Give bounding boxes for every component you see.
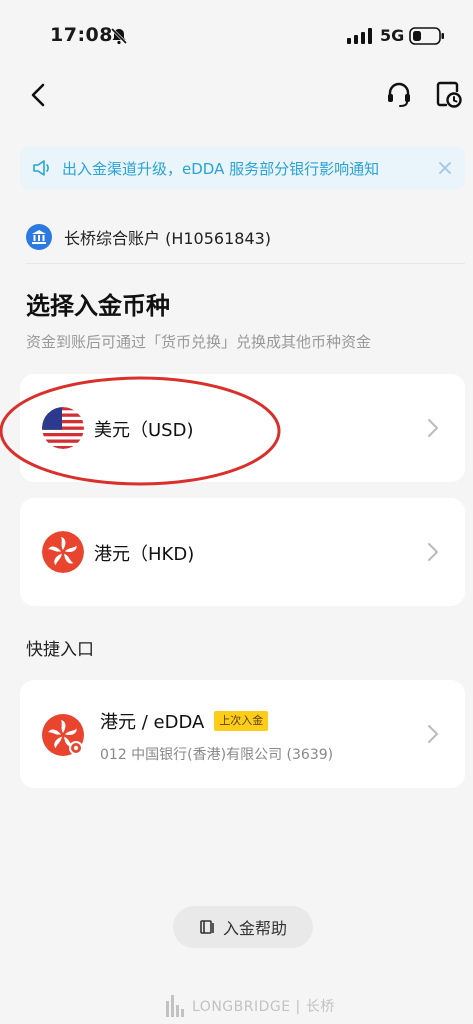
- chevron-right-icon: [428, 543, 438, 561]
- footer-logo: LONGBRIDGE | 长桥: [166, 995, 335, 1017]
- battery-icon: [409, 27, 444, 45]
- book-icon: [200, 920, 214, 934]
- footer-brand: LONGBRIDGE | 长桥: [192, 999, 335, 1015]
- back-icon[interactable]: [24, 80, 54, 110]
- bell-off-icon: [110, 27, 128, 45]
- page-title: 选择入金币种: [26, 292, 170, 320]
- currency-label-usd: 美元（USD): [94, 420, 194, 441]
- notice-banner[interactable]: 出入金渠道升级，eDDA 服务部分银行影响通知: [20, 146, 465, 190]
- close-icon[interactable]: [437, 160, 453, 176]
- speaker-icon: [33, 160, 49, 176]
- headset-icon[interactable]: [385, 80, 413, 108]
- page-subtitle: 资金到账后可通过「货币兑换」兑换成其他币种资金: [26, 333, 372, 351]
- currency-card-usd[interactable]: 美元（USD): [20, 374, 465, 482]
- status-time: 17:08: [50, 24, 113, 46]
- deposit-help-button[interactable]: 入金帮助: [173, 906, 313, 948]
- network-label: 5G: [380, 26, 405, 45]
- status-bar: 17:08 5G: [0, 0, 473, 70]
- hk-flag-icon: [42, 531, 84, 573]
- account-row: 长桥综合账户 (H10561843): [26, 224, 271, 250]
- edda-title-row: 港元 / eDDA 上次入金: [100, 708, 269, 734]
- us-flag-icon: [42, 407, 84, 449]
- shortcut-section-label: 快捷入口: [26, 640, 94, 660]
- chevron-right-icon: [428, 725, 438, 743]
- history-icon[interactable]: [436, 80, 462, 108]
- bank-icon: [26, 224, 52, 250]
- currency-label-hkd: 港元（HKD): [94, 544, 195, 565]
- hk-flag-icon: [42, 714, 84, 756]
- longbridge-logo-icon: [166, 995, 184, 1017]
- notice-text: 出入金渠道升级，eDDA 服务部分银行影响通知: [62, 159, 380, 178]
- last-deposit-badge: 上次入金: [214, 711, 269, 731]
- chevron-right-icon: [428, 419, 438, 437]
- edda-bank-label: 012 中国银行(香港)有限公司 (3639): [100, 747, 334, 763]
- currency-card-hkd[interactable]: 港元（HKD): [20, 498, 465, 606]
- account-label: 长桥综合账户 (H10561843): [64, 229, 272, 248]
- deposit-help-label: 入金帮助: [222, 919, 287, 938]
- signal-icon: [347, 28, 372, 44]
- divider: [26, 263, 465, 264]
- shortcut-card-edda[interactable]: 港元 / eDDA 上次入金 012 中国银行(香港)有限公司 (3639): [20, 680, 465, 788]
- edda-title: 港元 / eDDA: [100, 712, 205, 733]
